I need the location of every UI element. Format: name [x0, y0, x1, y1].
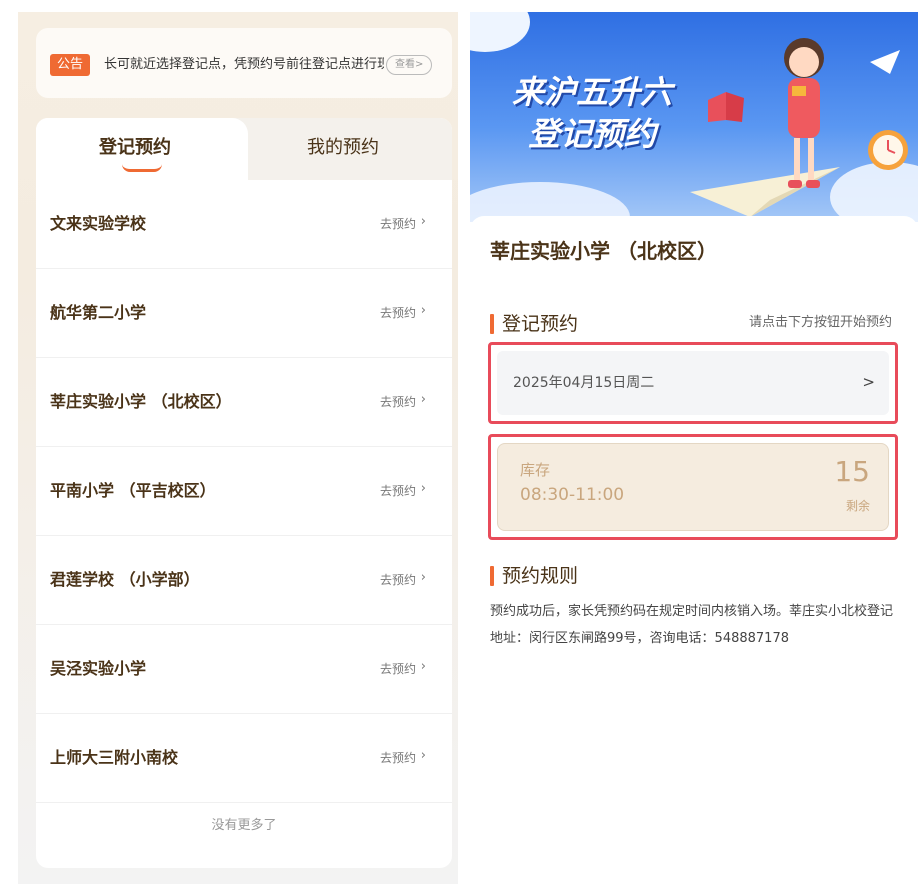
school-name: 平南小学 （平吉校区）: [50, 481, 216, 500]
screenshot-root: 公告 长可就近选择登记点，凭预约号前往登记点进行现场登记 查看> 登记预约 我的…: [0, 0, 922, 896]
book-link[interactable]: 去预约: [380, 750, 416, 766]
list-item[interactable]: 平南小学 （平吉校区） 去预约 ›: [36, 447, 452, 536]
chevron-right-icon: ›: [420, 392, 426, 407]
school-name: 君莲学校 （小学部）: [50, 570, 200, 589]
list-item[interactable]: 君莲学校 （小学部） 去预约 ›: [36, 536, 452, 625]
slot-time: 08:30-11:00: [520, 485, 625, 505]
slot-stock-label: 库存: [520, 461, 551, 479]
booking-content: 莘庄实验小学 （北校区） 登记预约 请点击下方按钮开始预约 2025年04月15…: [470, 216, 918, 892]
school-name: 上师大三附小南校: [50, 748, 179, 767]
list-item[interactable]: 吴泾实验小学 去预约 ›: [36, 625, 452, 714]
slot-remaining-label: 剩余: [845, 499, 870, 513]
notice-tag: 公告: [50, 54, 91, 76]
date-selector[interactable]: 2025年04月15日周二 >: [497, 351, 889, 415]
notice-bar: 公告 长可就近选择登记点，凭预约号前往登记点进行现场登记 查看>: [36, 28, 452, 98]
book-link[interactable]: 去预约: [380, 572, 416, 588]
section-marker: [490, 314, 494, 334]
book-icon: [708, 92, 744, 122]
booking-section-title: 登记预约: [502, 313, 579, 335]
book-link[interactable]: 去预约: [380, 394, 416, 410]
tab-active-indicator: [122, 164, 162, 172]
book-link[interactable]: 去预约: [380, 661, 416, 677]
girl-illustration: [784, 38, 824, 188]
selected-date: 2025年04月15日周二: [513, 375, 655, 391]
booking-hint: 请点击下方按钮开始预约: [748, 315, 892, 330]
slot-highlight-frame: 库存 08:30-11:00 15 剩余: [488, 434, 898, 540]
school-list-card: 登记预约 我的预约 文来实验学校 去预约 › 航华第二小学 去预约 › 莘庄实验…: [36, 118, 452, 868]
school-name: 吴泾实验小学: [50, 659, 147, 678]
clock-icon: [868, 130, 908, 170]
time-slot-card[interactable]: 库存 08:30-11:00 15 剩余: [497, 443, 889, 531]
list-item[interactable]: 文来实验学校 去预约 ›: [36, 180, 452, 269]
school-title: 莘庄实验小学 （北校区）: [490, 239, 717, 263]
banner: 来沪五升六 登记预约: [470, 12, 918, 222]
school-list-screen: 公告 长可就近选择登记点，凭预约号前往登记点进行现场登记 查看> 登记预约 我的…: [18, 12, 458, 884]
list-item[interactable]: 莘庄实验小学 （北校区） 去预约 ›: [36, 358, 452, 447]
notice-text: 长可就近选择登记点，凭预约号前往登记点进行现场登记: [104, 57, 384, 72]
tab-bar: 登记预约 我的预约: [36, 118, 452, 180]
chevron-right-icon: ›: [420, 481, 426, 496]
tab-register-booking[interactable]: 登记预约: [99, 136, 171, 160]
chevron-right-icon: ›: [420, 570, 426, 585]
banner-title-line2: 登记预约: [528, 115, 657, 153]
list-item[interactable]: 上师大三附小南校 去预约 ›: [36, 714, 452, 803]
booking-detail-screen: 来沪五升六 登记预约 莘庄实验小学 （北校区） 登记预约 请点击下方按钮开始预约…: [470, 12, 918, 892]
tab-my-bookings[interactable]: 我的预约: [307, 136, 379, 160]
date-highlight-frame: 2025年04月15日周二 >: [488, 342, 898, 424]
chevron-right-icon: ›: [420, 214, 426, 229]
book-link[interactable]: 去预约: [380, 305, 416, 321]
chevron-right-icon: >: [862, 373, 875, 391]
school-list: 文来实验学校 去预约 › 航华第二小学 去预约 › 莘庄实验小学 （北校区） 去…: [36, 180, 452, 803]
school-name: 文来实验学校: [50, 214, 147, 233]
cloud-decoration: [470, 12, 530, 52]
chevron-right-icon: ›: [420, 303, 426, 318]
book-link[interactable]: 去预约: [380, 216, 416, 232]
school-name: 航华第二小学: [50, 303, 147, 322]
section-marker: [490, 566, 494, 586]
school-name: 莘庄实验小学 （北校区）: [50, 392, 232, 411]
book-link[interactable]: 去预约: [380, 483, 416, 499]
list-item[interactable]: 航华第二小学 去预约 ›: [36, 269, 452, 358]
slot-remaining-count: 15: [834, 455, 870, 488]
paper-plane-small-icon: [870, 50, 900, 74]
rules-section-title: 预约规则: [502, 565, 579, 587]
no-more-text: 没有更多了: [211, 818, 277, 833]
chevron-right-icon: ›: [420, 748, 426, 763]
notice-view-button[interactable]: 查看>: [386, 55, 433, 75]
chevron-right-icon: ›: [420, 659, 426, 674]
banner-title-line1: 来沪五升六: [512, 73, 673, 111]
rules-text: 预约成功后，家长凭预约码在规定时间内核销入场。莘庄实小北校登记地址：闵行区东闸路…: [490, 604, 894, 646]
